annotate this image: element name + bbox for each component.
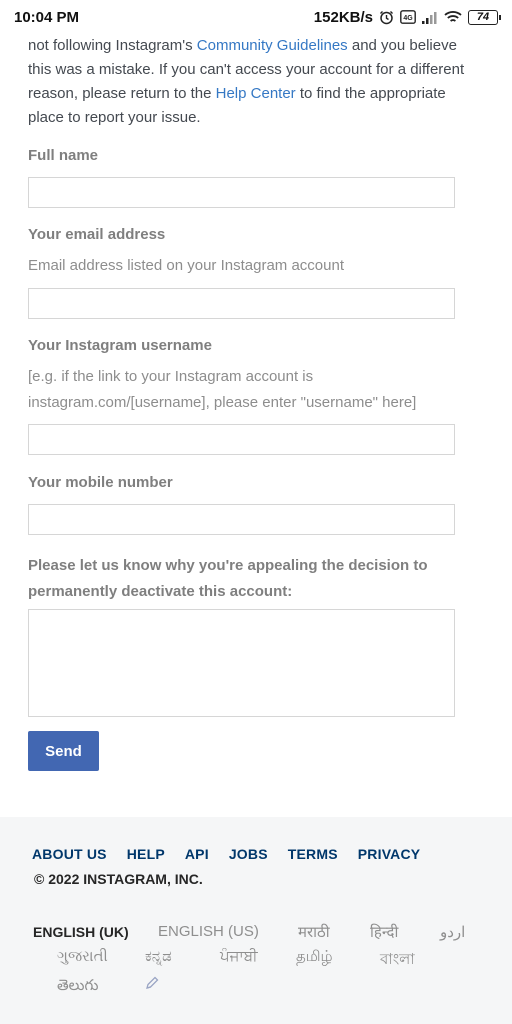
- footer-link-help[interactable]: HELP: [127, 846, 165, 862]
- battery-icon: 74: [468, 9, 501, 25]
- wifi-icon: [444, 10, 462, 24]
- footer-link-privacy[interactable]: PRIVACY: [358, 846, 421, 862]
- volte-icon: 4G: [400, 10, 416, 24]
- footer-link-about-us[interactable]: ABOUT US: [32, 846, 107, 862]
- language-urdu[interactable]: اردو: [440, 923, 465, 941]
- intro-text: not following Instagram's: [28, 37, 197, 54]
- footer-link-jobs[interactable]: JOBS: [229, 846, 268, 862]
- language-telugu[interactable]: తెలుగు: [57, 977, 98, 998]
- email-hint: Email address listed on your Instagram a…: [28, 257, 344, 274]
- email-label: Your email address: [28, 226, 166, 243]
- mobile-label: Your mobile number: [28, 474, 173, 491]
- language-gujarati[interactable]: ગુજરાતી: [57, 948, 108, 965]
- email-field[interactable]: [28, 288, 455, 319]
- language-marathi[interactable]: मराठी: [298, 922, 330, 942]
- footer: ABOUT US HELP API JOBS TERMS PRIVACY © 2…: [0, 817, 512, 1024]
- language-tamil[interactable]: தமிழ்: [296, 948, 333, 967]
- footer-link-api[interactable]: API: [185, 846, 209, 862]
- language-punjabi[interactable]: ਪੰਜਾਬੀ: [220, 948, 258, 965]
- username-hint: [e.g. if the link to your Instagram acco…: [28, 368, 417, 411]
- full-name-label: Full name: [28, 147, 99, 164]
- language-hindi[interactable]: हिन्दी: [370, 922, 398, 942]
- footer-link-terms[interactable]: TERMS: [288, 846, 338, 862]
- network-speed: 152KB/s: [313, 8, 373, 26]
- intro-paragraph: not following Instagram's Community Guid…: [28, 34, 484, 130]
- status-time: 10:04 PM: [14, 8, 80, 26]
- username-field[interactable]: [28, 424, 455, 455]
- reason-label: Please let us know why you're appealing …: [28, 557, 428, 600]
- svg-text:4G: 4G: [403, 15, 413, 22]
- language-english-us[interactable]: ENGLISH (US): [158, 923, 259, 940]
- footer-nav: ABOUT US HELP API JOBS TERMS PRIVACY: [32, 846, 420, 862]
- language-kannada[interactable]: ಕನ್ನಡ: [145, 948, 172, 965]
- alarm-icon: [379, 10, 394, 25]
- username-label: Your Instagram username: [28, 337, 212, 354]
- community-guidelines-link[interactable]: Community Guidelines: [197, 37, 348, 54]
- mobile-field[interactable]: [28, 504, 455, 535]
- pencil-icon[interactable]: [145, 976, 159, 993]
- copyright: © 2022 INSTAGRAM, INC.: [34, 871, 203, 887]
- language-bengali[interactable]: বাংলা: [380, 948, 415, 973]
- full-name-field[interactable]: [28, 177, 455, 208]
- reason-textarea[interactable]: [28, 609, 455, 717]
- status-indicators: 152KB/s 4G 74: [313, 8, 501, 26]
- signal-icon: [422, 11, 438, 24]
- help-center-link[interactable]: Help Center: [216, 85, 296, 102]
- intro-section: not following Instagram's Community Guid…: [28, 34, 484, 130]
- status-bar: 10:04 PM 152KB/s 4G 74: [0, 0, 512, 34]
- send-button[interactable]: Send: [28, 731, 99, 771]
- language-english-uk[interactable]: ENGLISH (UK): [33, 924, 129, 940]
